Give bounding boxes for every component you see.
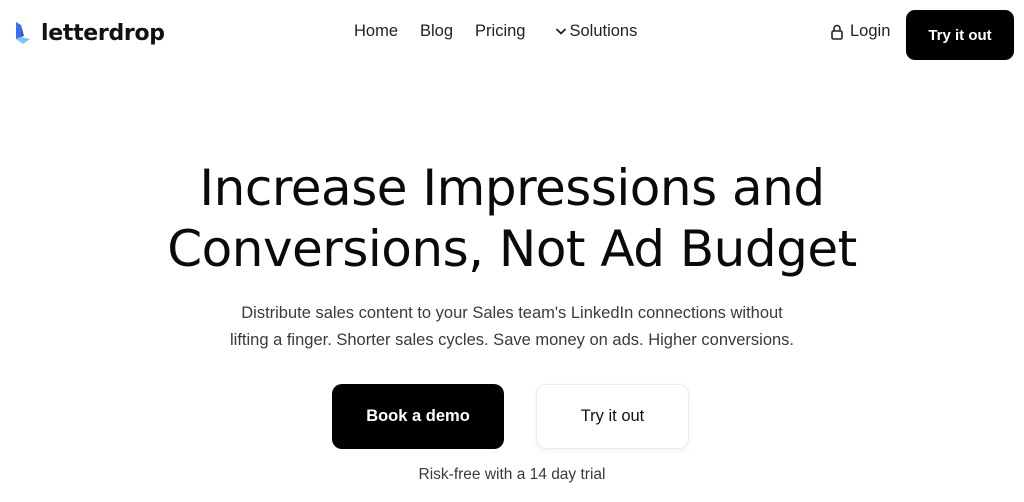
letterdrop-logo-icon <box>16 22 30 44</box>
nav-link-solutions[interactable]: Solutions <box>555 22 637 41</box>
hero-title: Increase Impressions and Conversions, No… <box>0 158 1024 280</box>
nav-link-pricing[interactable]: Pricing <box>475 22 525 41</box>
brand-logo[interactable]: letterdrop <box>14 20 165 46</box>
login-label: Login <box>850 22 891 40</box>
top-navigation: letterdrop Home Blog Pricing Solutions L… <box>0 0 1024 70</box>
main-nav: Home Blog Pricing Solutions <box>354 22 637 41</box>
try-it-out-button[interactable]: Try it out <box>536 384 689 449</box>
hero-subtitle-line-2: lifting a finger. Shorter sales cycles. … <box>229 331 795 349</box>
brand-name: letterdrop <box>41 20 165 46</box>
nav-link-home[interactable]: Home <box>354 22 398 41</box>
lock-icon <box>831 24 843 40</box>
hero-title-line-1: Increase Impressions and <box>199 159 825 217</box>
hero-subtitle-line-1: Distribute sales content to your Sales t… <box>241 304 783 322</box>
hero-subtitle: Distribute sales content to your Sales t… <box>0 300 1024 354</box>
login-link[interactable]: Login <box>830 22 890 41</box>
book-demo-button[interactable]: Book a demo <box>332 384 504 449</box>
nav-link-blog[interactable]: Blog <box>420 22 453 41</box>
chevron-down-icon <box>556 28 567 35</box>
try-it-out-nav-button[interactable]: Try it out <box>906 10 1014 60</box>
nav-link-solutions-label: Solutions <box>569 22 638 40</box>
trial-note: Risk-free with a 14 day trial <box>418 466 606 483</box>
hero-title-line-2: Conversions, Not Ad Budget <box>167 220 857 278</box>
